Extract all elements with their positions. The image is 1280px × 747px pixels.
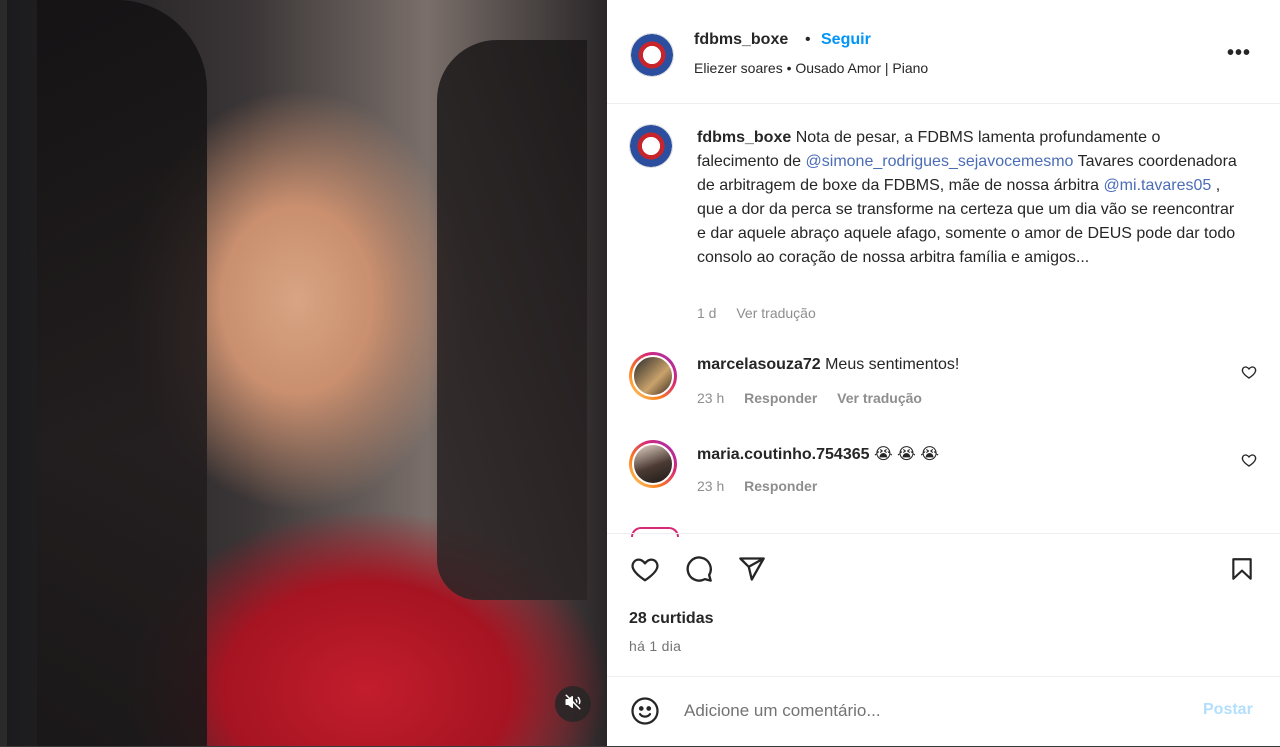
post-side-panel: fdbms_boxe • Seguir Eliezer soares • Ous… [607,0,1280,746]
comment-translate-link[interactable]: Ver tradução [837,390,922,406]
post-media-video[interactable] [7,0,607,746]
paper-plane-icon [739,557,765,581]
follow-button[interactable]: Seguir [821,31,871,49]
comment-text: marcelasouza72 Meus sentimentos! [697,356,959,374]
comment-avatar[interactable] [629,440,677,488]
emoji-icon [631,697,659,725]
caption-avatar[interactable] [629,124,673,168]
like-button[interactable] [629,553,661,585]
photo-shadow-right [437,40,587,600]
heart-icon [1241,454,1257,467]
post-date: há 1 dia [629,638,682,654]
comment-body: Meus sentimentos! [825,356,960,373]
caption-translate-link[interactable]: Ver tradução [736,305,815,321]
reply-button[interactable]: Responder [744,478,817,494]
comment-username[interactable]: maria.coutinho.754365 [697,446,870,463]
caption-time[interactable]: 1 d [697,305,716,321]
post-comment-button[interactable]: Postar [1203,701,1253,719]
emoji-button[interactable] [629,695,661,727]
window-edge [0,0,7,746]
post-header: fdbms_boxe • Seguir Eliezer soares • Ous… [607,0,1280,104]
comment-body: 😭 😭 😭 [873,446,939,463]
more-options-button[interactable]: ••• [1227,42,1251,65]
next-comment-avatar-peek [631,527,679,537]
mute-button[interactable] [555,686,591,722]
actions-divider [607,533,1280,534]
comment-composer: Postar [607,676,1280,747]
more-icon: ••• [1227,42,1252,64]
comment-text: maria.coutinho.754365 😭 😭 😭 [697,444,939,464]
comment-time[interactable]: 23 h [697,390,724,406]
comment-like-button[interactable] [1241,452,1257,473]
comment-button[interactable] [683,553,715,585]
comment-icon [686,556,712,582]
reply-button[interactable]: Responder [744,390,817,406]
mention-link-1[interactable]: @simone_rodrigues_sejavocemesmo [806,153,1074,170]
heart-icon [631,558,659,582]
save-button[interactable] [1226,553,1258,585]
caption-username[interactable]: fdbms_boxe [697,129,791,146]
heart-icon [1241,366,1257,379]
photo-shadow-left [37,0,207,746]
comment-username[interactable]: marcelasouza72 [697,356,821,373]
comment-meta: 23 h Responder Ver tradução [697,390,938,406]
speaker-muted-icon [564,693,582,716]
comment-time[interactable]: 23 h [697,478,724,494]
comment-meta: 23 h Responder [697,478,833,494]
account-avatar[interactable] [630,33,674,77]
caption-meta: 1 d Ver tradução [697,305,832,321]
bookmark-icon [1232,558,1252,580]
audio-track-link[interactable]: Eliezer soares • Ousado Amor | Piano [694,60,928,76]
mention-link-2[interactable]: @mi.tavares05 [1103,177,1211,194]
likes-count[interactable]: 28 curtidas [629,610,713,628]
share-button[interactable] [736,553,768,585]
caption-text: fdbms_boxe Nota de pesar, a FDBMS lament… [697,126,1242,270]
comment-avatar[interactable] [629,352,677,400]
separator-dot: • [805,31,811,48]
comment-like-button[interactable] [1241,364,1257,385]
comment-input[interactable] [682,697,1166,725]
account-username[interactable]: fdbms_boxe [694,31,788,49]
